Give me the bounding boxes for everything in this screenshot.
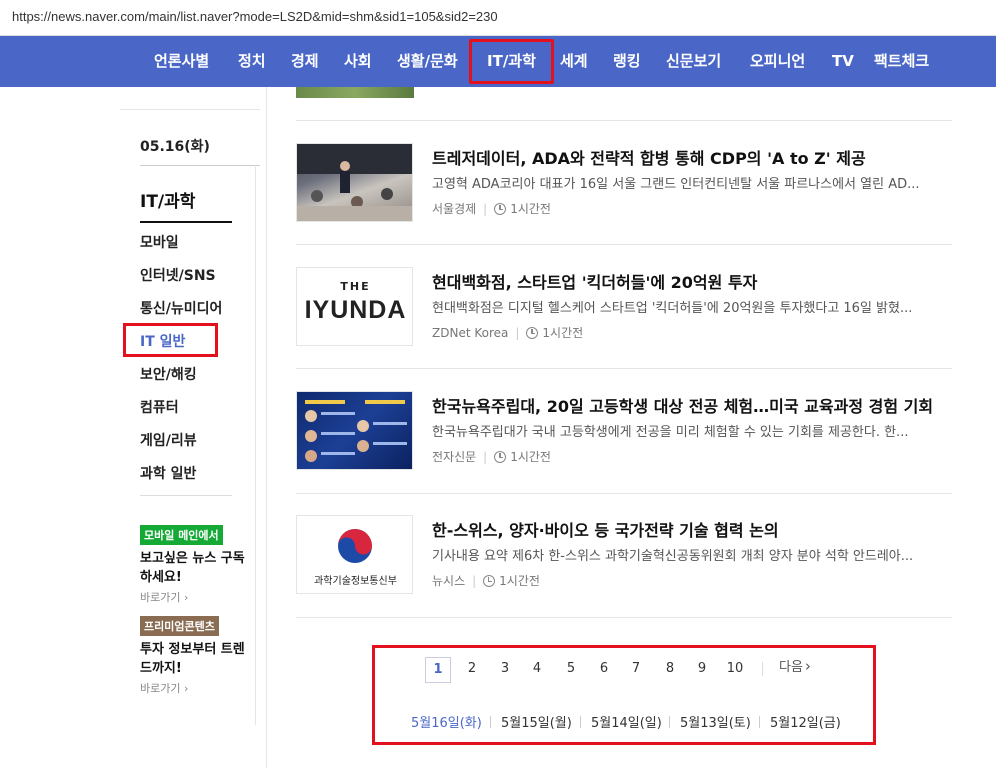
article-meta: 뉴시스 | 1시간전 [432,572,540,589]
promo-badge: 프리미엄콘텐츠 [140,616,219,636]
article-thumbnail[interactable] [296,143,413,222]
page-link-5[interactable]: 5 [558,657,584,683]
page-link-9[interactable]: 9 [689,657,715,683]
sidebar-heading[interactable]: IT/과학 [140,187,195,212]
divider [296,120,952,121]
divider [120,109,260,110]
sidebar-item-security[interactable]: 보안/해킹 [140,364,197,384]
date-link[interactable]: 5월12일(금) [770,712,841,731]
promo-link[interactable]: 바로가기 › [140,589,188,605]
nav-item-society[interactable]: 사회 [344,36,372,87]
divider [296,244,952,245]
divider [490,716,491,728]
article-source[interactable]: 전자신문 [432,448,476,465]
logo-text-top: THE [340,280,371,293]
article-description[interactable]: 고영혁 ADA코리아 대표가 16일 서울 그랜드 인터컨티넨탈 서울 파르나스… [432,173,952,192]
sidebar-item-computer[interactable]: 컴퓨터 [140,397,179,417]
article-meta: 서울경제 | 1시간전 [432,200,551,217]
article-source[interactable]: 뉴시스 [432,572,465,589]
date-link-current[interactable]: 5월16일(화) [411,712,482,731]
nav-item-press[interactable]: 언론사별 [154,36,209,87]
page-link-7[interactable]: 7 [623,657,649,683]
hyundai-logo: IYUNDA [304,296,407,324]
nav-item-economy[interactable]: 경제 [291,36,319,87]
article-title[interactable]: 한-스위스, 양자·바이오 등 국가전략 기술 협력 논의 [432,517,952,541]
sidebar-item-game-review[interactable]: 게임/리뷰 [140,430,197,450]
article-thumbnail[interactable]: 과학기술정보통신부 [296,515,413,594]
clock-icon [526,326,539,339]
nav-item-politics[interactable]: 정치 [238,36,266,87]
page-link-10[interactable]: 10 [722,657,748,683]
article-title[interactable]: 한국뉴욕주립대, 20일 고등학생 대상 전공 체험…미국 교육과정 경험 기회 [432,393,952,417]
article-thumbnail[interactable]: THE IYUNDA [296,267,413,346]
clock-icon [494,450,507,463]
date-link[interactable]: 5월13일(토) [680,712,751,731]
promo-link[interactable]: 바로가기 › [140,680,188,696]
promo-badge: 모바일 메인에서 [140,525,223,545]
divider [669,716,670,728]
article-meta: 전자신문 | 1시간전 [432,448,551,465]
article-title[interactable]: 트레저데이터, ADA와 전략적 합병 통해 CDP의 'A to Z' 제공 [432,145,952,169]
poster-icon [305,400,407,462]
date-link[interactable]: 5월15일(월) [501,712,572,731]
article-thumbnail[interactable] [296,391,413,470]
clock-icon [483,574,496,587]
article-description[interactable]: 기사내용 요약 제6차 한-스위스 과학기술혁신공동위원회 개최 양자 분야 석… [432,545,952,564]
article-description[interactable]: 현대백화점은 디지털 헬스케어 스타트업 '킥더허들'에 20억원을 투자했다고… [432,297,952,316]
divider [296,368,952,369]
nav-item-factcheck[interactable]: 팩트체크 [874,36,929,87]
article-time: 1시간전 [542,326,584,340]
divider [762,662,763,676]
sidebar-item-science[interactable]: 과학 일반 [140,463,196,483]
sidebar-item-telecom[interactable]: 통신/뉴미디어 [140,298,222,318]
nav-item-newspaper[interactable]: 신문보기 [666,36,721,87]
divider [296,617,952,618]
active-sidebar-highlight [123,323,218,357]
promo-title[interactable]: 보고싶은 뉴스 구독하세요! [140,549,250,587]
article-description[interactable]: 한국뉴욕주립대가 국내 고등학생에게 전공을 미리 체험할 수 있는 기회를 제… [432,421,952,440]
ministry-logo-text: 과학기술정보통신부 [314,576,397,587]
article-source[interactable]: ZDNet Korea [432,326,508,340]
nav-item-ranking[interactable]: 랭킹 [613,36,641,87]
article-source[interactable]: 서울경제 [432,200,476,217]
address-bar[interactable]: https://news.naver.com/main/list.naver?m… [0,0,996,36]
article-meta: ZDNet Korea | 1시간전 [432,325,584,341]
article-time: 1시간전 [499,574,540,588]
article-title[interactable]: 현대백화점, 스타트업 '킥더허들'에 20억원 투자 [432,269,952,293]
divider [140,221,232,223]
sidebar-date: 05.16(화) [140,139,210,155]
url-text: https://news.naver.com/main/list.naver?m… [12,9,498,24]
date-link[interactable]: 5월14일(일) [591,712,662,731]
divider [759,716,760,728]
page-link-1[interactable]: 1 [425,657,451,683]
article-time: 1시간전 [510,450,551,464]
divider [266,87,267,768]
nav-item-opinion[interactable]: 오피니언 [750,36,805,87]
article-time: 1시간전 [510,202,551,216]
article-thumbnail[interactable] [296,87,414,98]
promo-title[interactable]: 투자 정보부터 트렌드까지! [140,640,250,678]
page-link-6[interactable]: 6 [591,657,617,683]
conference-photo-icon [297,144,412,221]
page-link-8[interactable]: 8 [657,657,683,683]
sidebar-item-mobile[interactable]: 모바일 [140,232,179,252]
nav-item-life-culture[interactable]: 생활/문화 [397,36,458,87]
divider [255,165,256,725]
page-link-3[interactable]: 3 [492,657,518,683]
divider [140,495,232,496]
clock-icon [494,202,507,215]
active-nav-highlight [469,39,554,84]
page-link-4[interactable]: 4 [524,657,550,683]
page-link-2[interactable]: 2 [459,657,485,683]
nav-item-tv[interactable]: TV [832,36,854,87]
chevron-right-icon: › [804,657,811,675]
divider [296,493,952,494]
nav-item-world[interactable]: 세계 [560,36,588,87]
divider [580,716,581,728]
divider [140,165,260,166]
next-page-button[interactable]: 다음 › [779,657,811,677]
sidebar-item-internet-sns[interactable]: 인터넷/SNS [140,265,216,285]
